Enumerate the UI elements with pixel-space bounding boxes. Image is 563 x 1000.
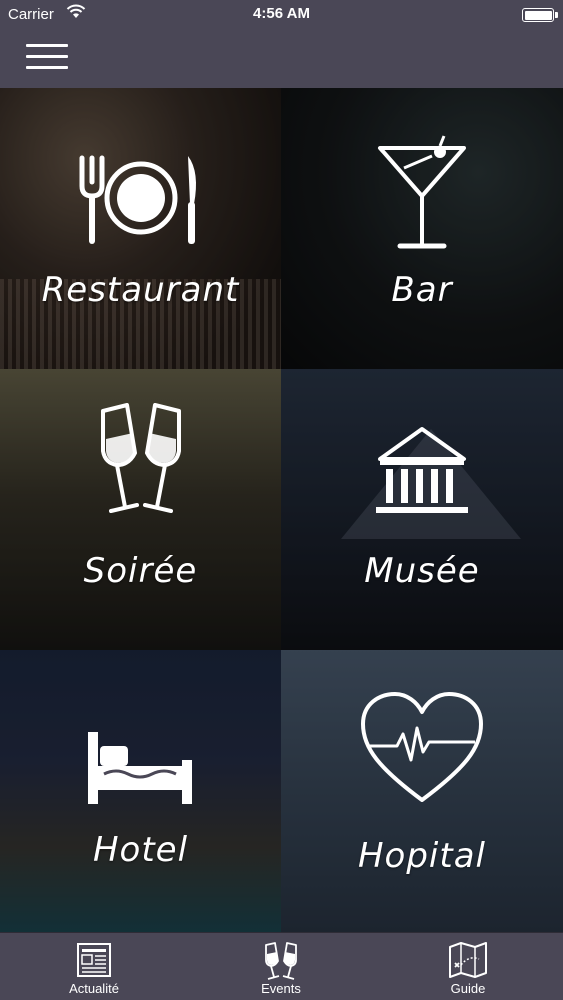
museum-icon xyxy=(376,427,468,513)
status-bar: Carrier 4:56 AM xyxy=(0,0,563,30)
tab-label: Guide xyxy=(450,981,486,996)
tile-restaurant[interactable]: Restaurant xyxy=(0,88,281,369)
clock: 4:56 AM xyxy=(253,5,310,22)
bed-icon xyxy=(87,732,192,804)
tab-actualite[interactable]: Actualité xyxy=(34,933,154,1000)
tile-label: Bar xyxy=(391,270,453,310)
battery-icon xyxy=(522,8,558,22)
heartbeat-icon xyxy=(361,692,483,802)
tile-label: Soirée xyxy=(83,551,198,591)
tab-bar: Actualité Events Guide xyxy=(0,932,563,1000)
tile-hotel[interactable]: Hotel xyxy=(0,650,281,932)
tab-label: Actualité xyxy=(69,981,119,996)
tile-label: Musée xyxy=(364,551,480,591)
tab-guide[interactable]: Guide xyxy=(408,933,528,1000)
tile-hopital[interactable]: Hopital xyxy=(281,650,563,932)
newspaper-icon xyxy=(77,943,111,977)
tile-bar[interactable]: Bar xyxy=(281,88,563,369)
fork-plate-knife-icon xyxy=(79,155,196,244)
tab-events[interactable]: Events xyxy=(221,933,341,1000)
cocktail-icon xyxy=(378,135,466,249)
map-icon xyxy=(449,942,487,978)
tile-label: Hotel xyxy=(92,830,189,870)
category-grid: Restaurant Bar Soirée Musée Hotel Hopita… xyxy=(0,88,563,932)
tile-musee[interactable]: Musée xyxy=(281,369,563,650)
navigation-bar xyxy=(0,30,563,88)
tile-label: Hopital xyxy=(357,836,486,876)
menu-icon[interactable] xyxy=(26,42,70,72)
tile-label: Restaurant xyxy=(41,270,240,310)
tile-soiree[interactable]: Soirée xyxy=(0,369,281,650)
tab-label: Events xyxy=(261,981,301,996)
champagne-glasses-icon xyxy=(100,403,181,513)
champagne-glasses-icon xyxy=(265,942,297,980)
